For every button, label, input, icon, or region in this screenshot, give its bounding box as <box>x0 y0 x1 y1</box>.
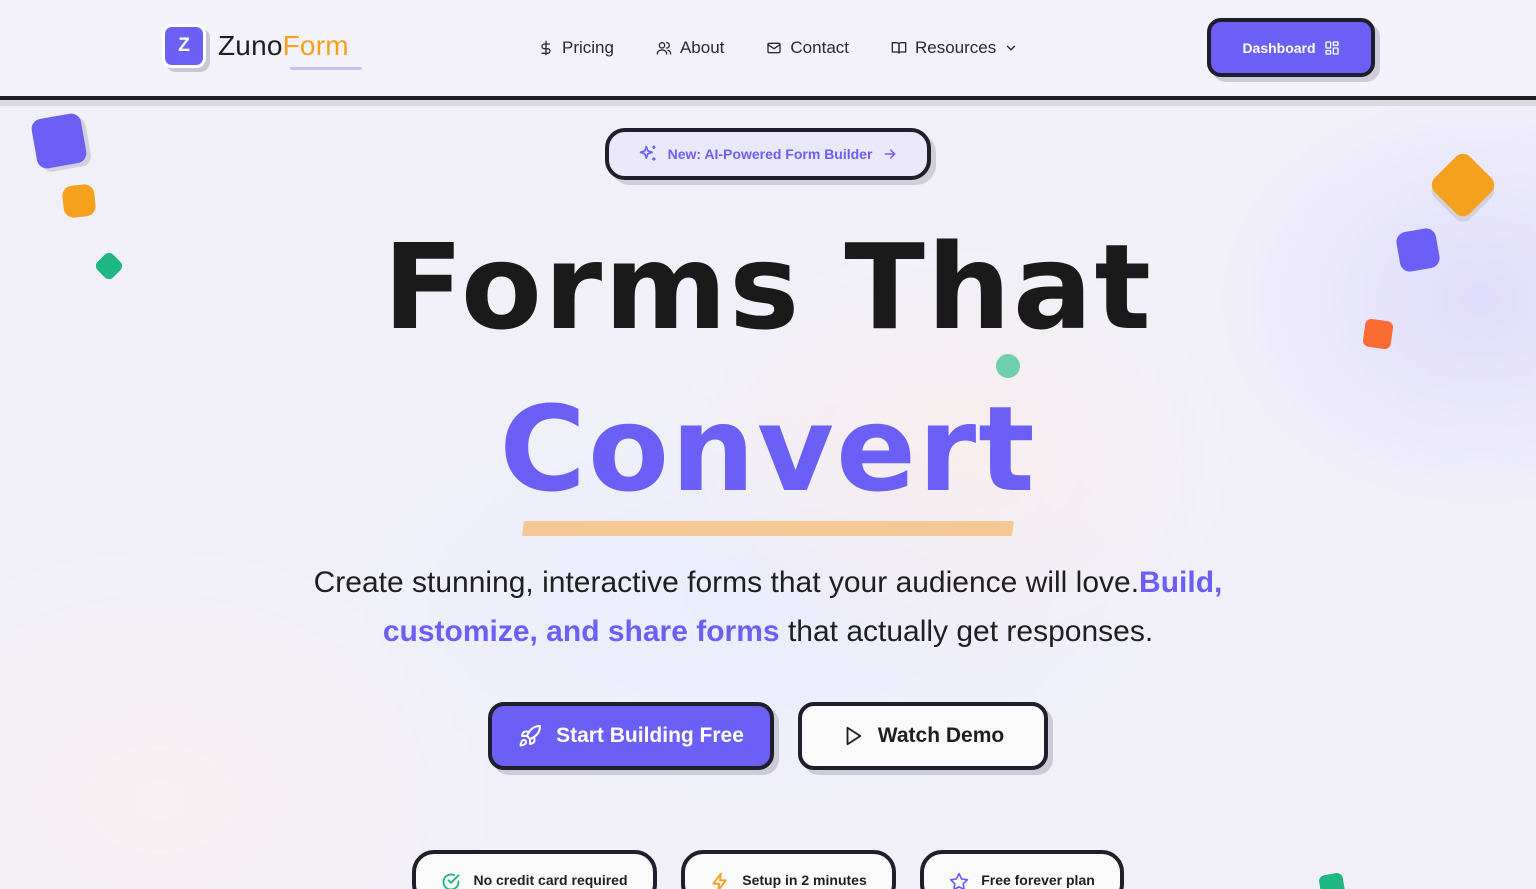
hero-title-line2: Convert <box>499 380 1037 518</box>
dashboard-label: Dashboard <box>1242 39 1316 56</box>
nav-item-contact[interactable]: Contact <box>766 36 849 60</box>
deco-square-orange-left <box>61 183 97 219</box>
nav-item-label: Pricing <box>562 38 614 57</box>
grid-icon <box>1324 40 1339 55</box>
nav-item-about[interactable]: About <box>656 36 724 60</box>
feature-label: No credit card required <box>473 872 628 888</box>
subtitle-part2: that actually get responses. <box>779 615 1154 648</box>
deco-square-purple-left <box>30 112 88 170</box>
watch-demo-label: Watch Demo <box>877 724 1005 747</box>
check-circle-icon <box>443 873 460 889</box>
sparkles-icon <box>639 145 656 161</box>
nav-item-pricing[interactable]: Pricing <box>538 36 614 60</box>
brand-underline <box>290 67 362 70</box>
star-icon <box>950 872 969 889</box>
brand-name-part1: Zuno <box>218 30 283 61</box>
feature-label: Free forever plan <box>981 872 1095 888</box>
dashboard-button[interactable]: Dashboard <box>1207 18 1375 77</box>
feature-pill-no-credit-card: No credit card required <box>412 850 657 889</box>
nav-item-label: Contact <box>790 38 849 57</box>
feature-pill-free-plan: Free forever plan <box>920 850 1124 889</box>
mail-icon <box>767 42 782 54</box>
nav-item-label: About <box>679 38 725 57</box>
watch-demo-button[interactable]: Watch Demo <box>798 702 1048 770</box>
rocket-icon <box>519 724 542 747</box>
title-underline <box>521 521 1015 536</box>
navbar-shadow <box>0 100 1536 106</box>
start-building-label: Start Building Free <box>556 724 744 747</box>
brand-logo[interactable]: Z ZunoForm <box>162 24 362 70</box>
brand-name: ZunoForm <box>218 30 362 70</box>
nav-item-label: Resources <box>915 38 997 57</box>
arrow-right-icon <box>885 149 897 159</box>
lightning-icon <box>712 872 728 889</box>
nav-links: Pricing About Contact Resources <box>538 36 1060 60</box>
badge-text: New: AI-Powered Form Builder <box>667 146 873 162</box>
deco-diamond-orange-right <box>1427 149 1499 221</box>
announcement-badge[interactable]: New: AI-Powered Form Builder <box>605 128 931 180</box>
subtitle-part1: Create stunning, interactive forms that … <box>313 566 1140 599</box>
chevron-down-icon <box>1007 45 1016 51</box>
feature-label: Setup in 2 minutes <box>742 872 867 888</box>
logo-mark: Z <box>162 24 206 68</box>
play-icon <box>846 726 862 746</box>
feature-pill-setup: Setup in 2 minutes <box>681 850 896 889</box>
hero-subtitle: Create stunning, interactive forms that … <box>260 558 1276 656</box>
deco-dot-teal <box>996 354 1020 378</box>
dollar-icon <box>541 40 551 56</box>
start-building-button[interactable]: Start Building Free <box>488 702 774 770</box>
book-icon <box>891 42 907 54</box>
hero-title-line1: Forms That <box>383 218 1153 356</box>
navbar: Z ZunoForm Pricing About Contact Resourc… <box>0 0 1536 100</box>
nav-item-resources[interactable]: Resources <box>891 36 1018 60</box>
users-icon <box>656 42 672 55</box>
brand-name-part2: Form <box>282 30 349 61</box>
deco-square-green-bottom <box>1318 872 1346 889</box>
